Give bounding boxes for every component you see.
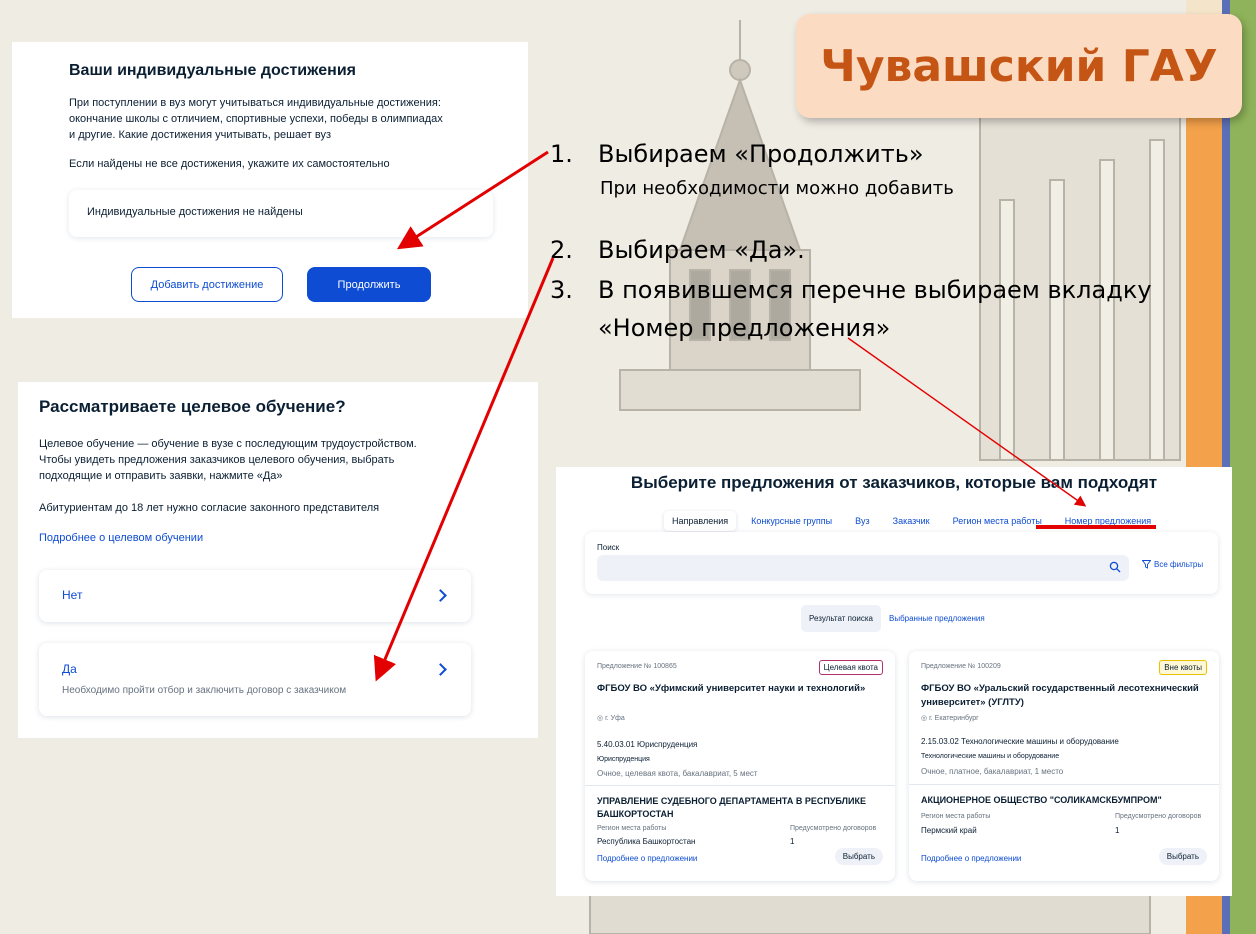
select-offer-button[interactable]: Выбрать bbox=[1158, 848, 1207, 865]
age-note: Абитуриентам до 18 лет нужно согласие за… bbox=[39, 502, 380, 514]
title-badge: Чувашский ГАУ bbox=[796, 14, 1242, 118]
instruction-text-continued: «Номер предложения» bbox=[598, 314, 891, 342]
offer-number: Предложение № 100865 bbox=[597, 663, 677, 670]
offer-profile: Технологические машины и оборудование bbox=[921, 753, 1060, 760]
tab-competitive-groups[interactable]: Конкурсные группы bbox=[743, 511, 840, 531]
region-value: Республика Башкортостан bbox=[597, 837, 696, 846]
description-line: При поступлении в вуз могут учитываться … bbox=[69, 97, 441, 109]
instruction-subtext: При необходимости можно добавить bbox=[600, 178, 954, 199]
target-training-panel: Рассматриваете целевое обучение? Целевое… bbox=[18, 382, 538, 738]
offer-university: ФГБОУ ВО «Уральский государственный лесо… bbox=[921, 683, 1199, 708]
offer-employer: УПРАВЛЕНИЕ СУДЕБНОГО ДЕПАРТАМЕНТА В РЕСП… bbox=[597, 796, 866, 819]
contracts-value: 1 bbox=[1115, 826, 1120, 835]
offer-card: Предложение № 100209 Вне квоты ФГБОУ ВО … bbox=[909, 651, 1219, 881]
search-box: Поиск Все фильтры bbox=[585, 532, 1218, 594]
description-line: Чтобы увидеть предложения заказчиков цел… bbox=[39, 454, 395, 466]
region-label: Регион места работы bbox=[921, 813, 991, 820]
search-input[interactable] bbox=[597, 555, 1129, 581]
search-label: Поиск bbox=[597, 543, 620, 552]
offer-details-link[interactable]: Подробнее о предложении bbox=[921, 854, 1021, 863]
offers-panel: Выберите предложения от заказчиков, кото… bbox=[556, 467, 1232, 896]
achievements-description: При поступлении в вуз могут учитываться … bbox=[69, 95, 443, 143]
offer-number-highlight bbox=[1036, 525, 1156, 529]
target-training-description: Целевое обучение — обучение в вузе с пос… bbox=[39, 436, 417, 484]
tab-customer[interactable]: Заказчик bbox=[885, 511, 938, 531]
tab-university[interactable]: Вуз bbox=[847, 511, 878, 531]
contracts-label: Предусмотрено договоров bbox=[790, 825, 877, 832]
quota-badge: Целевая квота bbox=[818, 660, 883, 675]
achievements-title: Ваши индивидуальные достижения bbox=[69, 62, 356, 79]
divider bbox=[909, 784, 1219, 785]
select-offer-button[interactable]: Выбрать bbox=[834, 848, 883, 865]
add-achievement-button[interactable]: Добавить достижение bbox=[131, 267, 283, 302]
offer-details-link[interactable]: Подробнее о предложении bbox=[597, 854, 697, 863]
description-line: и другие. Какие достижения учитывать, ре… bbox=[69, 129, 332, 141]
description-line: окончание школы с отличием, спортивные у… bbox=[69, 113, 443, 125]
instruction-number: 2. bbox=[550, 236, 573, 264]
achievements-empty-card: Индивидуальные достижения не найдены bbox=[69, 190, 493, 237]
search-icon[interactable] bbox=[1109, 561, 1121, 573]
instruction-text: Выбираем «Продолжить» bbox=[598, 140, 924, 168]
all-filters-label: Все фильтры bbox=[1154, 560, 1204, 569]
offer-city: ◎ г. Уфа bbox=[597, 715, 625, 722]
chevron-right-icon bbox=[434, 663, 447, 676]
offer-form: Очное, целевая квота, бакалавриат, 5 мес… bbox=[597, 769, 758, 778]
option-yes-card[interactable]: Да Необходимо пройти отбор и заключить д… bbox=[39, 643, 471, 716]
option-yes-label: Да bbox=[62, 662, 77, 676]
option-no-card[interactable]: Нет bbox=[39, 570, 471, 622]
contracts-label: Предусмотрено договоров bbox=[1115, 813, 1202, 820]
page-title: Чувашский ГАУ bbox=[820, 40, 1218, 92]
offer-card: Предложение № 100865 Целевая квота ФГБОУ… bbox=[585, 651, 895, 881]
all-filters-button[interactable]: Все фильтры bbox=[1142, 560, 1203, 569]
achievements-hint: Если найдены не все достижения, укажите … bbox=[69, 158, 390, 170]
region-label: Регион места работы bbox=[597, 825, 667, 832]
instruction-number: 3. bbox=[550, 276, 573, 304]
option-yes-subtext: Необходимо пройти отбор и заключить дого… bbox=[62, 685, 347, 696]
offer-form: Очное, платное, бакалавриат, 1 место bbox=[921, 767, 1064, 776]
tab-directions[interactable]: Направления bbox=[664, 511, 737, 531]
toggle-selected-offers[interactable]: Выбранные предложения bbox=[881, 605, 993, 632]
quota-badge: Вне квоты bbox=[1159, 660, 1207, 675]
instruction-text: Выбираем «Да». bbox=[598, 236, 805, 264]
region-value: Пермский край bbox=[921, 826, 977, 835]
contracts-value: 1 bbox=[790, 837, 795, 846]
offer-profile: Юриспруденция bbox=[597, 756, 650, 763]
description-line: Целевое обучение — обучение в вузе с пос… bbox=[39, 438, 417, 450]
more-about-target-link[interactable]: Подробнее о целевом обучении bbox=[39, 530, 203, 546]
results-toggle: Результат поиска Выбранные предложения bbox=[801, 605, 993, 632]
divider bbox=[585, 785, 895, 786]
target-training-title: Рассматриваете целевое обучение? bbox=[39, 397, 346, 416]
offer-number: Предложение № 100209 bbox=[921, 663, 1001, 670]
filter-icon bbox=[1142, 560, 1151, 569]
chevron-right-icon bbox=[434, 589, 447, 602]
achievements-panel: Ваши индивидуальные достижения При посту… bbox=[12, 42, 528, 318]
tab-work-region[interactable]: Регион места работы bbox=[945, 511, 1050, 531]
instruction-text: В появившемся перечне выбираем вкладку bbox=[598, 276, 1152, 304]
offer-city: ◎ г. Екатеринбург bbox=[921, 715, 979, 722]
toggle-search-results[interactable]: Результат поиска bbox=[801, 605, 881, 632]
option-no-label: Нет bbox=[62, 588, 83, 602]
description-line: подходящие и отправить заявки, нажмите «… bbox=[39, 470, 283, 482]
instruction-number: 1. bbox=[550, 140, 573, 168]
offer-program: 2.15.03.02 Технологические машины и обор… bbox=[921, 737, 1119, 746]
offer-program: 5.40.03.01 Юриспруденция bbox=[597, 740, 698, 749]
offer-employer: АКЦИОНЕРНОЕ ОБЩЕСТВО "СОЛИКАМСКБУМПРОМ" bbox=[921, 795, 1162, 805]
offer-university: ФГБОУ ВО «Уфимский университет науки и т… bbox=[597, 683, 866, 694]
continue-button[interactable]: Продолжить bbox=[307, 267, 431, 302]
offers-title: Выберите предложения от заказчиков, кото… bbox=[630, 473, 1158, 492]
